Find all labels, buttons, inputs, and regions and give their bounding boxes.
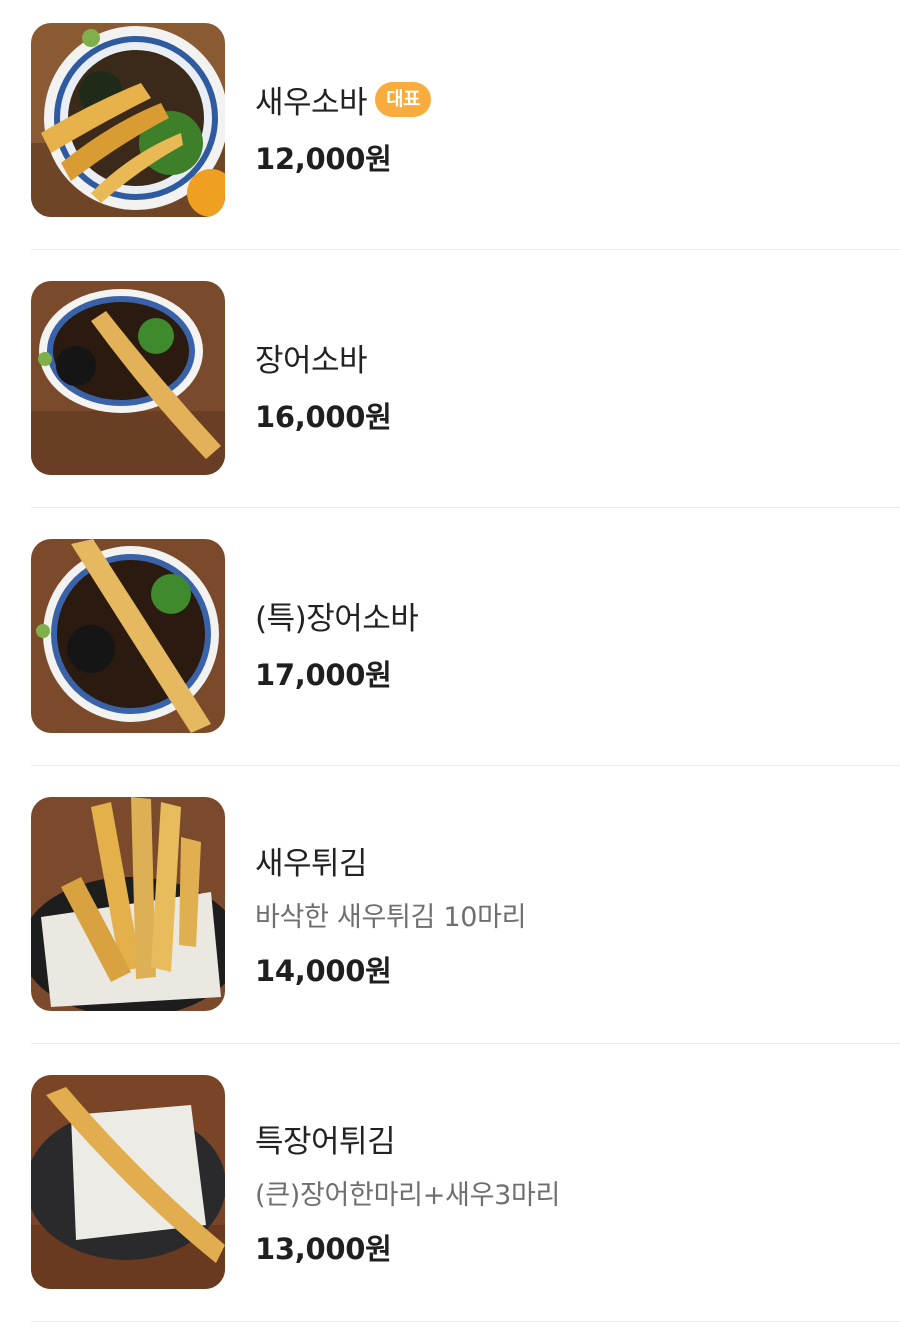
menu-item-price: 12,000원 [255,142,392,176]
menu-item-price: 17,000원 [255,658,392,692]
menu-item-price: 14,000원 [255,954,392,988]
menu-item-price: 16,000원 [255,400,392,434]
menu-item-name: 특장어튀김 [255,1124,396,1160]
menu-list: 새우소바 대표 12,000원 장어소바 16,000원 (특)장어소바 17,… [0,0,900,1332]
name-row: 새우소바 대표 [255,77,432,122]
menu-item[interactable]: 새우튀김 바삭한 새우튀김 10마리 14,000원 [31,766,900,1044]
menu-item[interactable]: 새우소바 대표 12,000원 [31,0,900,250]
name-row: 장어소바 [255,335,392,380]
menu-item-description: (큰)장어한마리+새우3마리 [255,1180,561,1211]
name-row: 새우튀김 [255,838,526,883]
menu-item-price: 13,000원 [255,1232,392,1266]
shrimp-soba-image [31,23,225,217]
menu-item[interactable]: 장어소바 16,000원 [31,250,900,508]
menu-item-info: 새우튀김 바삭한 새우튀김 10마리 14,000원 [255,838,526,990]
signature-badge: 대표 [375,82,432,117]
menu-item-info: 특장어튀김 (큰)장어한마리+새우3마리 13,000원 [255,1116,560,1268]
eel-soba-image [31,281,225,475]
special-eel-tempura-image [31,1075,225,1289]
menu-item-name: 장어소바 [255,343,368,379]
menu-item-info: (특)장어소바 17,000원 [255,593,419,694]
shrimp-tempura-image [31,797,225,1011]
special-eel-soba-image [31,539,225,733]
menu-item-info: 새우소바 대표 12,000원 [255,77,432,178]
menu-item-name: 새우튀김 [255,846,368,882]
menu-item[interactable]: (특)장어소바 17,000원 [31,508,900,766]
menu-item-name: (특)장어소바 [255,601,419,637]
name-row: 특장어튀김 [255,1116,560,1161]
menu-item-info: 장어소바 16,000원 [255,335,392,436]
name-row: (특)장어소바 [255,593,419,638]
menu-item[interactable]: 특장어튀김 (큰)장어한마리+새우3마리 13,000원 [31,1044,900,1322]
menu-item-name: 새우소바 [255,85,368,121]
menu-item-description: 바삭한 새우튀김 10마리 [255,902,527,933]
